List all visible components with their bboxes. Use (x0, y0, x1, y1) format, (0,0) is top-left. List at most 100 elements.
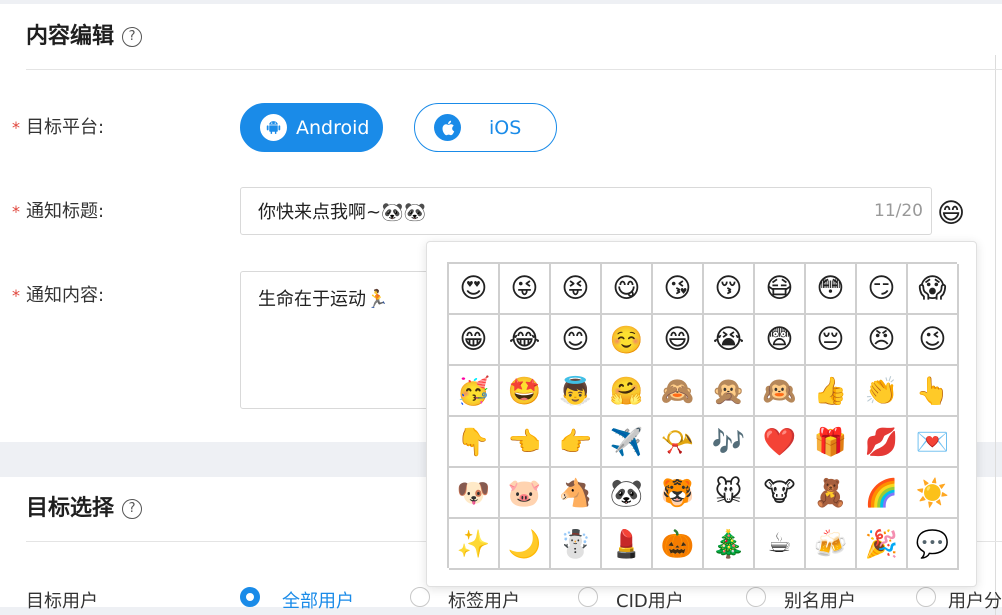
help-icon[interactable]: ? (122, 27, 143, 47)
emoji-cell[interactable]: 🍻 (806, 519, 857, 570)
radio-cid-users-label[interactable]: CID用户 (616, 587, 684, 613)
android-platform-button[interactable]: Android (240, 103, 383, 152)
title-label: 通知标题: (26, 201, 105, 222)
emoji-cell[interactable]: 👉 (551, 417, 602, 468)
emoji-cell[interactable]: 😏 (857, 264, 908, 315)
title-label-row: * 通知标题: (12, 200, 104, 224)
emoji-cell[interactable]: 😉 (908, 315, 959, 366)
emoji-cell[interactable]: 🎄 (704, 519, 755, 570)
radio-user-segment-label[interactable]: 用户分 (948, 587, 1002, 613)
help-icon[interactable]: ? (122, 499, 143, 519)
emoji-cell[interactable]: ☕ (755, 519, 806, 570)
emoji-cell[interactable]: ☃️ (551, 519, 602, 570)
target-section-title: 目标选择 (26, 496, 115, 521)
emoji-cell[interactable]: 👇 (449, 417, 500, 468)
emoji-cell[interactable]: 🎶 (704, 417, 755, 468)
target-user-row: 目标用户 全部用户 标签用户 CID用户 别名用户 用户分 (12, 587, 1002, 612)
emoji-cell[interactable]: 😭 (704, 315, 755, 366)
emoji-cell[interactable]: 😋 (602, 264, 653, 315)
char-counter: 11/20 (874, 201, 923, 221)
emoji-cell[interactable]: 😜 (500, 264, 551, 315)
emoji-cell[interactable]: 🐷 (500, 468, 551, 519)
emoji-cell[interactable]: ☀️ (908, 468, 959, 519)
ios-platform-button[interactable]: iOS (414, 103, 557, 152)
content-label-row: * 通知内容: (12, 284, 104, 308)
emoji-cell[interactable]: 🎃 (653, 519, 704, 570)
ios-label: iOS (489, 116, 522, 139)
emoji-cell[interactable]: 😚 (704, 264, 755, 315)
emoji-cell[interactable]: 🐭 (704, 468, 755, 519)
emoji-cell[interactable]: 😊 (551, 315, 602, 366)
emoji-cell[interactable]: 🥳 (449, 366, 500, 417)
content-section-title: 内容编辑 (26, 24, 115, 49)
emoji-cell[interactable]: 🧸 (806, 468, 857, 519)
emoji-picker-panel: 😍 😜 😝 😋 😘 😚 😷 😳 😏 😱 😁 😂 😊 ☺️ 😄 😭 😨 😔 😠 😉 🥳 🤩 👼 🤗 🙈 🙊 🙉 👍 👏 👆 👇 👈 👉 ✈️ 📯 🎶 ❤️… (426, 241, 977, 587)
radio-tag-users[interactable] (410, 587, 430, 607)
emoji-cell[interactable]: 🌙 (500, 519, 551, 570)
emoji-cell[interactable]: 🙈 (653, 366, 704, 417)
radio-all-users-label[interactable]: 全部用户 (282, 587, 354, 613)
emoji-cell[interactable]: 😷 (755, 264, 806, 315)
notify-title-value: 你快来点我啊~🐼🐼 (258, 202, 426, 223)
emoji-cell[interactable]: 👼 (551, 366, 602, 417)
radio-alias-users-label[interactable]: 别名用户 (784, 587, 856, 613)
required-mark: * (12, 202, 20, 221)
emoji-grid: 😍 😜 😝 😋 😘 😚 😷 😳 😏 😱 😁 😂 😊 ☺️ 😄 😭 😨 😔 😠 😉 🥳 🤩 👼 🤗 🙈 🙊 🙉 👍 👏 👆 👇 👈 👉 ✈️ 📯 🎶 ❤️… (447, 262, 959, 570)
notify-content-value: 生命在于运动🏃 (258, 289, 389, 310)
emoji-cell[interactable]: 🎁 (806, 417, 857, 468)
radio-all-users[interactable] (240, 587, 260, 607)
radio-alias-users[interactable] (746, 587, 766, 607)
content-label: 通知内容: (26, 285, 105, 306)
emoji-cell[interactable]: 😘 (653, 264, 704, 315)
emoji-cell[interactable]: 🎉 (857, 519, 908, 570)
emoji-cell[interactable]: 👈 (500, 417, 551, 468)
emoji-cell[interactable]: 🐴 (551, 468, 602, 519)
emoji-cell[interactable]: 😍 (449, 264, 500, 315)
emoji-cell[interactable]: 🐯 (653, 468, 704, 519)
emoji-cell[interactable]: 🐶 (449, 468, 500, 519)
emoji-cell[interactable]: 🤩 (500, 366, 551, 417)
emoji-cell[interactable]: 😂 (500, 315, 551, 366)
emoji-cell[interactable]: 😝 (551, 264, 602, 315)
radio-user-segment[interactable] (916, 587, 936, 607)
emoji-cell[interactable]: 👆 (908, 366, 959, 417)
target-section-header: 目标选择 ? (26, 494, 143, 524)
android-label: Android (296, 116, 370, 139)
platform-label: 目标平台: (26, 117, 105, 138)
emoji-cell[interactable]: 👍 (806, 366, 857, 417)
emoji-cell[interactable]: 🤗 (602, 366, 653, 417)
section-divider (26, 69, 1002, 70)
emoji-cell[interactable]: ✈️ (602, 417, 653, 468)
emoji-cell[interactable]: 😱 (908, 264, 959, 315)
emoji-cell[interactable]: 🐮 (755, 468, 806, 519)
emoji-cell[interactable]: ☺️ (602, 315, 653, 366)
emoji-picker-button[interactable]: 😄 (937, 197, 965, 231)
emoji-cell[interactable]: 💌 (908, 417, 959, 468)
emoji-cell[interactable]: 💬 (908, 519, 959, 570)
emoji-cell[interactable]: 😳 (806, 264, 857, 315)
emoji-cell[interactable]: 🙊 (704, 366, 755, 417)
emoji-cell[interactable]: 💋 (857, 417, 908, 468)
emoji-cell[interactable]: 😠 (857, 315, 908, 366)
emoji-cell[interactable]: 🙉 (755, 366, 806, 417)
required-mark: * (12, 286, 20, 305)
emoji-cell[interactable]: 🌈 (857, 468, 908, 519)
notify-title-input[interactable]: 你快来点我啊~🐼🐼 11/20 (240, 187, 932, 235)
radio-tag-users-label[interactable]: 标签用户 (448, 587, 520, 613)
emoji-cell[interactable]: 😔 (806, 315, 857, 366)
platform-label-row: * 目标平台: (12, 116, 104, 140)
emoji-cell[interactable]: 👏 (857, 366, 908, 417)
required-mark: * (12, 118, 20, 137)
apple-icon (434, 114, 461, 141)
target-user-label: 目标用户 (26, 591, 98, 612)
emoji-cell[interactable]: ✨ (449, 519, 500, 570)
emoji-cell[interactable]: 😄 (653, 315, 704, 366)
emoji-cell[interactable]: 💄 (602, 519, 653, 570)
emoji-cell[interactable]: 📯 (653, 417, 704, 468)
radio-cid-users[interactable] (578, 587, 598, 607)
emoji-cell[interactable]: 😁 (449, 315, 500, 366)
content-section-header: 内容编辑 ? (26, 22, 143, 52)
emoji-cell[interactable]: 🐼 (602, 468, 653, 519)
emoji-cell[interactable]: ❤️ (755, 417, 806, 468)
emoji-cell[interactable]: 😨 (755, 315, 806, 366)
